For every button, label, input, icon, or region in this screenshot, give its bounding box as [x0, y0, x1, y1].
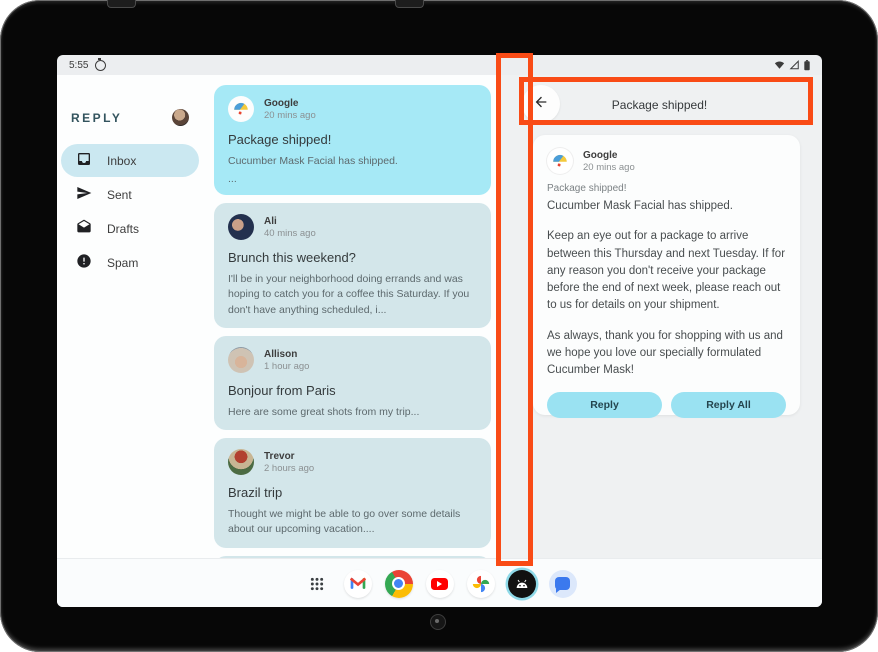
- send-icon: [76, 185, 92, 204]
- emulator-window: 5:55 REPLY: [0, 0, 878, 652]
- detail-sender: Google: [583, 149, 635, 162]
- sidebar-nav: Inbox Sent Drafts: [57, 144, 205, 280]
- sidebar-item-drafts[interactable]: Drafts: [61, 212, 199, 245]
- sidebar-item-sent[interactable]: Sent: [61, 178, 199, 211]
- device-screen: 5:55 REPLY: [57, 55, 822, 607]
- sender-avatar: [228, 449, 254, 475]
- body-paragraph: Keep an eye out for a package to arrive …: [547, 228, 786, 314]
- email-subject: Bonjour from Paris: [228, 383, 477, 398]
- drafts-icon: [76, 219, 92, 238]
- detail-time: 20 mins ago: [583, 162, 635, 173]
- status-bar: 5:55: [57, 55, 822, 75]
- email-subject: Brazil trip: [228, 485, 477, 500]
- sidebar-item-inbox[interactable]: Inbox: [61, 144, 199, 177]
- sidebar-item-label: Spam: [107, 256, 138, 270]
- email-preview: Cucumber Mask Facial has shipped.: [228, 154, 477, 169]
- email-detail-card: Google 20 mins ago Package shipped! Cucu…: [533, 135, 800, 415]
- email-sender: Allison: [264, 348, 309, 361]
- battery-icon: [804, 60, 810, 71]
- email-list: Google 20 mins ago Package shipped! Cucu…: [205, 75, 497, 558]
- front-camera: [430, 614, 446, 630]
- email-card-google[interactable]: Google 20 mins ago Package shipped! Cucu…: [214, 85, 491, 195]
- email-preview-more: ...: [228, 173, 477, 185]
- email-card-allison[interactable]: Allison 1 hour ago Bonjour from Paris He…: [214, 336, 491, 430]
- detail-body: Cucumber Mask Facial has shipped. Keep a…: [547, 194, 786, 392]
- sidebar-item-label: Sent: [107, 188, 132, 202]
- sender-avatar: [228, 214, 254, 240]
- account-avatar[interactable]: [172, 109, 189, 126]
- body-paragraph: Cucumber Mask Facial has shipped.: [547, 198, 786, 215]
- email-sender: Ali: [264, 215, 316, 228]
- google-photos-icon[interactable]: [467, 570, 495, 598]
- chrome-icon[interactable]: [385, 570, 413, 598]
- email-card-trevor[interactable]: Trevor 2 hours ago Brazil trip Thought w…: [214, 438, 491, 547]
- signal-icon: [789, 60, 800, 70]
- youtube-icon[interactable]: [426, 570, 454, 598]
- sender-avatar: [228, 347, 254, 373]
- power-button: [107, 0, 136, 8]
- email-card-ali[interactable]: Ali 40 mins ago Brunch this weekend? I'l…: [214, 203, 491, 328]
- email-detail-pane: Package shipped!: [497, 75, 822, 558]
- sidebar: REPLY Inbox: [57, 75, 205, 558]
- sidebar-item-label: Drafts: [107, 222, 139, 236]
- detail-subject-label: Package shipped!: [547, 183, 786, 194]
- email-sender: Trevor: [264, 450, 314, 463]
- app-content: REPLY Inbox: [57, 75, 822, 558]
- taskbar: [57, 558, 822, 607]
- reply-button[interactable]: Reply: [547, 392, 662, 418]
- email-time: 1 hour ago: [264, 361, 309, 372]
- google-umbrella-avatar: [228, 96, 254, 122]
- email-subject: Package shipped!: [228, 132, 477, 147]
- clock-text: 5:55: [69, 60, 88, 71]
- email-time: 2 hours ago: [264, 463, 314, 474]
- email-time: 20 mins ago: [264, 110, 316, 121]
- email-time: 40 mins ago: [264, 228, 316, 239]
- annotation-vertical-divider-highlight: [496, 53, 533, 566]
- reply-all-button[interactable]: Reply All: [671, 392, 786, 418]
- messages-icon[interactable]: [549, 570, 577, 598]
- sidebar-item-spam[interactable]: Spam: [61, 246, 199, 279]
- email-sender: Google: [264, 97, 316, 110]
- android-emulator-icon[interactable]: [508, 570, 536, 598]
- email-preview: I'll be in your neighborhood doing erran…: [228, 272, 477, 318]
- email-preview: Thought we might be able to go over some…: [228, 507, 477, 537]
- annotation-detail-appbar-highlight: [519, 77, 813, 125]
- mail-list-pane: REPLY Inbox: [57, 75, 497, 558]
- watch-icon: [95, 60, 106, 71]
- spam-icon: [76, 253, 92, 272]
- app-title: REPLY: [71, 111, 122, 125]
- google-umbrella-avatar: [547, 148, 573, 174]
- wifi-icon: [774, 60, 785, 70]
- sidebar-item-label: Inbox: [107, 154, 136, 168]
- gmail-icon[interactable]: [344, 570, 372, 598]
- email-subject: Brunch this weekend?: [228, 250, 477, 265]
- app-grid-icon[interactable]: [303, 570, 331, 598]
- email-preview: Here are some great shots from my trip..…: [228, 405, 477, 420]
- volume-button: [395, 0, 424, 8]
- body-paragraph: As always, thank you for shopping with u…: [547, 328, 786, 380]
- inbox-icon: [76, 151, 92, 170]
